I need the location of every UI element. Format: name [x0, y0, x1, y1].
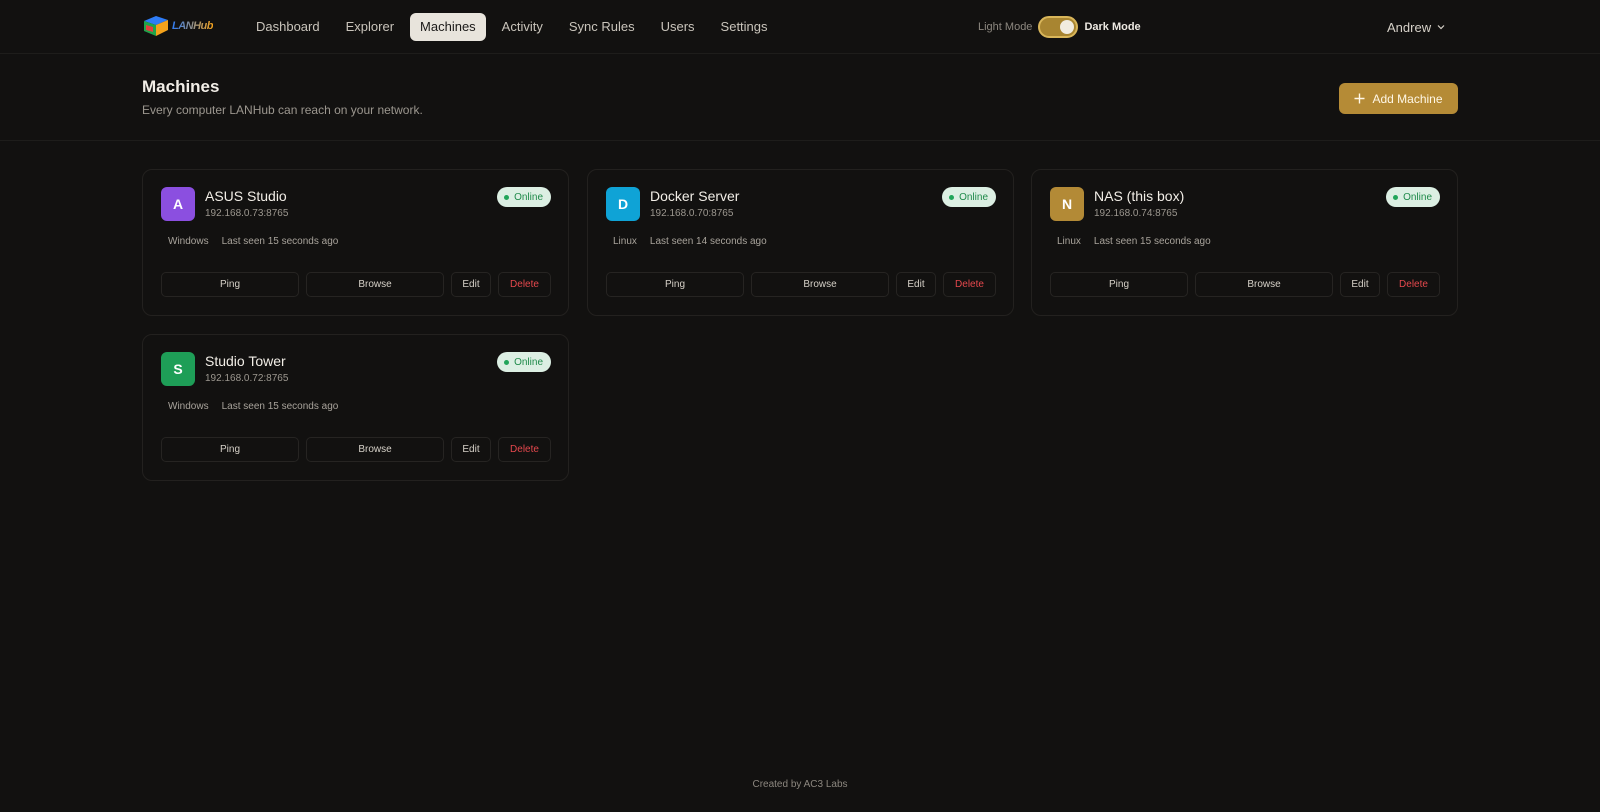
machine-avatar: S — [161, 352, 195, 386]
machine-os: Windows — [168, 236, 209, 247]
app-logo[interactable]: LANHub — [142, 13, 214, 39]
switch-knob — [1060, 20, 1075, 34]
machine-card: S Studio Tower 192.168.0.72:8765 Online … — [142, 334, 569, 481]
machine-meta: Linux Last seen 15 seconds ago — [1057, 236, 1211, 247]
machine-last-seen: Last seen 15 seconds ago — [221, 401, 339, 412]
nav-sync-rules[interactable]: Sync Rules — [559, 13, 645, 41]
machine-name: ASUS Studio — [205, 188, 287, 204]
machine-address: 192.168.0.70:8765 — [650, 208, 734, 219]
edit-button[interactable]: Edit — [1340, 272, 1380, 297]
dark-mode-label: Dark Mode — [1084, 21, 1141, 33]
theme-toggle: Light Mode Dark Mode — [978, 14, 1141, 40]
footer-credit: Created by AC3 Labs — [752, 779, 848, 790]
edit-button[interactable]: Edit — [451, 272, 491, 297]
machine-os: Linux — [1057, 236, 1081, 247]
status-dot-icon — [504, 359, 510, 365]
machine-meta: Linux Last seen 14 seconds ago — [613, 236, 767, 247]
top-navigation-bar: LANHub Dashboard Explorer Machines Activ… — [0, 0, 1600, 54]
ping-button[interactable]: Ping — [161, 437, 299, 462]
browse-button[interactable]: Browse — [1195, 272, 1333, 297]
edit-button[interactable]: Edit — [451, 437, 491, 462]
machine-card: A ASUS Studio 192.168.0.73:8765 Online W… — [142, 169, 569, 316]
status-text: Online — [514, 356, 543, 368]
page-title: Machines — [142, 77, 220, 96]
add-machine-button[interactable]: Add Machine — [1339, 83, 1458, 114]
chevron-down-icon — [1437, 25, 1445, 30]
delete-button[interactable]: Delete — [498, 272, 551, 297]
main-nav: Dashboard Explorer Machines Activity Syn… — [246, 13, 778, 41]
machine-avatar: A — [161, 187, 195, 221]
machine-actions: Ping Browse Edit Delete — [606, 272, 996, 297]
status-dot-icon — [504, 194, 510, 200]
machine-card: N NAS (this box) 192.168.0.74:8765 Onlin… — [1031, 169, 1458, 316]
machine-avatar: N — [1050, 187, 1084, 221]
machine-last-seen: Last seen 15 seconds ago — [221, 236, 339, 247]
status-badge: Online — [1386, 187, 1440, 207]
status-badge: Online — [497, 187, 551, 207]
machine-actions: Ping Browse Edit Delete — [161, 437, 551, 462]
machine-last-seen: Last seen 15 seconds ago — [1093, 236, 1211, 247]
machine-actions: Ping Browse Edit Delete — [161, 272, 551, 297]
add-machine-label: Add Machine — [1372, 91, 1443, 106]
browse-button[interactable]: Browse — [306, 272, 444, 297]
theme-switch[interactable] — [1038, 16, 1079, 38]
nav-explorer[interactable]: Explorer — [336, 13, 404, 41]
status-text: Online — [959, 191, 988, 203]
machine-address: 192.168.0.72:8765 — [205, 373, 289, 384]
nav-activity[interactable]: Activity — [492, 13, 553, 41]
ping-button[interactable]: Ping — [1050, 272, 1188, 297]
status-dot-icon — [1393, 194, 1399, 200]
machine-address: 192.168.0.74:8765 — [1094, 208, 1178, 219]
status-dot-icon — [949, 194, 955, 200]
page-subtitle: Every computer LANHub can reach on your … — [142, 103, 423, 117]
nav-dashboard[interactable]: Dashboard — [246, 13, 330, 41]
machine-name: NAS (this box) — [1094, 188, 1185, 204]
user-name: Andrew — [1387, 19, 1432, 35]
delete-button[interactable]: Delete — [943, 272, 996, 297]
light-mode-label: Light Mode — [978, 21, 1033, 33]
plus-icon — [1354, 93, 1365, 104]
browse-button[interactable]: Browse — [306, 437, 444, 462]
machine-address: 192.168.0.73:8765 — [205, 208, 289, 219]
ping-button[interactable]: Ping — [161, 272, 299, 297]
machine-os: Linux — [613, 236, 637, 247]
machine-last-seen: Last seen 14 seconds ago — [649, 236, 767, 247]
status-badge: Online — [942, 187, 996, 207]
status-badge: Online — [497, 352, 551, 372]
ping-button[interactable]: Ping — [606, 272, 744, 297]
status-text: Online — [1403, 191, 1432, 203]
nav-users[interactable]: Users — [651, 13, 705, 41]
machine-name: Studio Tower — [205, 353, 286, 369]
nav-settings[interactable]: Settings — [711, 13, 778, 41]
machine-actions: Ping Browse Edit Delete — [1050, 272, 1440, 297]
logo-text: LANHub — [172, 20, 214, 32]
machine-avatar: D — [606, 187, 640, 221]
delete-button[interactable]: Delete — [1387, 272, 1440, 297]
lanhub-logo-icon — [144, 16, 168, 36]
machine-name: Docker Server — [650, 188, 740, 204]
machine-os: Windows — [168, 401, 209, 412]
edit-button[interactable]: Edit — [896, 272, 936, 297]
browse-button[interactable]: Browse — [751, 272, 889, 297]
machine-meta: Windows Last seen 15 seconds ago — [168, 236, 338, 247]
machine-meta: Windows Last seen 15 seconds ago — [168, 401, 338, 412]
delete-button[interactable]: Delete — [498, 437, 551, 462]
nav-machines[interactable]: Machines — [410, 13, 486, 41]
page-header: Machines Every computer LANHub can reach… — [0, 54, 1600, 141]
machine-card: D Docker Server 192.168.0.70:8765 Online… — [587, 169, 1014, 316]
status-text: Online — [514, 191, 543, 203]
user-menu[interactable]: Andrew — [1387, 17, 1445, 37]
